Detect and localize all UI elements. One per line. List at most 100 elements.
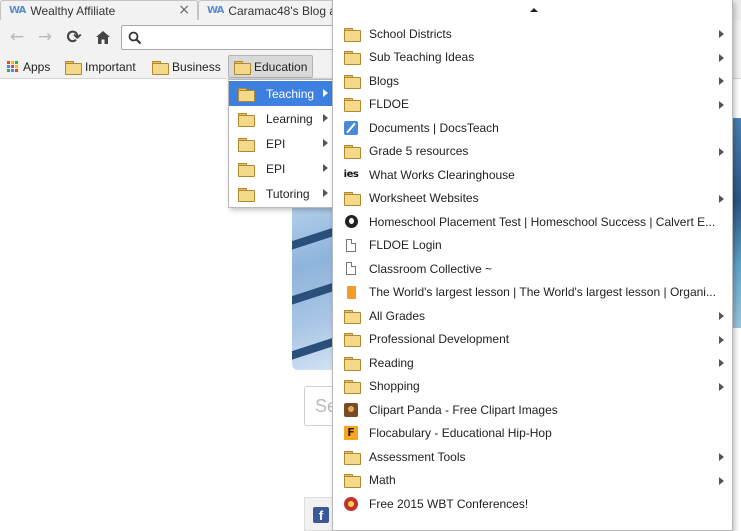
tab-title: Caramac48's Blog a: [228, 3, 337, 18]
menu-item-grade-5-resources[interactable]: Grade 5 resources: [333, 140, 732, 164]
tab-wealthy-affiliate[interactable]: WA Wealthy Affiliate ×: [0, 0, 198, 20]
menu-item-sub-teaching-ideas[interactable]: Sub Teaching Ideas: [333, 46, 732, 70]
folder-icon: [238, 112, 255, 127]
folder-icon: [238, 137, 255, 152]
submenu-arrow-icon: [719, 476, 724, 485]
submenu-arrow-icon: [719, 30, 724, 38]
shield-icon: [343, 215, 359, 229]
submenu-arrow-icon: [719, 359, 724, 367]
wealthy-affiliate-favicon-icon: WA: [9, 5, 26, 16]
menu-item-the-world-s-largest-lesson-the-world-s-l[interactable]: The World's largest lesson | The World's…: [333, 281, 732, 305]
menu-item-math[interactable]: Math: [333, 469, 732, 493]
folder-icon: [343, 74, 361, 89]
folder-icon: [343, 27, 361, 42]
bookmark-folder-education[interactable]: Education: [228, 55, 314, 78]
menu-item-worksheet-websites[interactable]: Worksheet Websites: [333, 187, 732, 211]
teaching-folder-menu: School Districts Sub Teaching Ideas Blogs F…: [332, 0, 733, 531]
menu-item-label: Teaching: [266, 86, 315, 101]
menu-item-teaching-0[interactable]: Teaching: [229, 81, 333, 106]
submenu-arrow-icon: [323, 114, 328, 122]
menu-item-shopping[interactable]: Shopping: [333, 375, 732, 399]
bookmark-folder-business[interactable]: Business: [147, 55, 226, 78]
teaching-menu-list: School Districts Sub Teaching Ideas Blogs F…: [333, 22, 732, 516]
menu-item-label: The World's largest lesson | The World's…: [369, 285, 716, 300]
menu-item-label: Worksheet Websites: [369, 191, 479, 206]
reload-button[interactable]: ⟳: [63, 26, 85, 48]
menu-item-documents-docsteach[interactable]: Documents | DocsTeach: [333, 116, 732, 140]
submenu-arrow-icon: [719, 382, 724, 391]
menu-item-epi-2[interactable]: EPI: [229, 131, 333, 156]
folder-icon: [152, 60, 169, 75]
bookmark-folder-important[interactable]: Important: [60, 55, 141, 78]
menu-item-tutoring-4[interactable]: Tutoring: [229, 181, 333, 206]
page-side-image: [733, 118, 741, 328]
folder-icon: [343, 379, 361, 395]
menu-item-reading[interactable]: Reading: [333, 351, 732, 375]
bookmark-label: Important: [85, 59, 136, 74]
menu-item-school-districts[interactable]: School Districts: [333, 22, 732, 46]
folder-icon: [238, 187, 255, 202]
menu-item-homeschool-placement-test-homeschool-suc[interactable]: Homeschool Placement Test | Homeschool S…: [333, 210, 732, 234]
facebook-icon: f: [313, 507, 329, 523]
arrow-right-icon: →: [37, 27, 53, 47]
menu-item-learning-1[interactable]: Learning: [229, 106, 333, 131]
menu-item-flocabulary-educational-hip-hop[interactable]: F Flocabulary - Educational Hip-Hop: [333, 422, 732, 446]
folder-icon: [343, 309, 361, 324]
folder-icon: [234, 60, 251, 75]
menu-item-label: Blogs: [369, 73, 400, 88]
submenu-arrow-icon: [719, 453, 724, 461]
menu-item-label: Homeschool Placement Test | Homeschool S…: [369, 214, 716, 229]
folder-icon: [65, 60, 82, 75]
menu-item-label: Reading: [369, 355, 414, 370]
home-button[interactable]: [92, 26, 114, 48]
folder-icon: [343, 97, 361, 113]
bookmark-apps[interactable]: Apps: [2, 55, 55, 78]
menu-item-free-2015-wbt-conferences[interactable]: Free 2015 WBT Conferences!: [333, 492, 732, 516]
folder-icon: [238, 162, 255, 177]
menu-scroll-up-button[interactable]: [333, 0, 732, 22]
submenu-arrow-icon: [719, 335, 724, 344]
menu-item-label: Grade 5 resources: [369, 144, 469, 159]
bookmark-label: Apps: [23, 59, 51, 74]
menu-item-what-works-clearinghouse[interactable]: ies What Works Clearinghouse: [333, 163, 732, 187]
menu-item-label: School Districts: [369, 26, 452, 41]
triangle-up-icon: [530, 8, 538, 12]
back-button[interactable]: ←: [6, 26, 28, 48]
menu-item-clipart-panda-free-clipart-images[interactable]: Clipart Panda - Free Clipart Images: [333, 398, 732, 422]
bookmark-label: Business: [172, 59, 221, 74]
flocabulary-icon: F: [343, 426, 359, 441]
menu-item-fldoe-login[interactable]: FLDOE Login: [333, 234, 732, 258]
menu-item-label: Learning: [266, 111, 313, 126]
folder-icon: [343, 473, 361, 489]
menu-item-label: FLDOE: [369, 97, 410, 112]
submenu-arrow-icon: [719, 312, 724, 320]
page-icon: [343, 238, 359, 252]
menu-item-all-grades[interactable]: All Grades: [333, 304, 732, 328]
wbt-icon: [343, 496, 359, 511]
menu-item-professional-development[interactable]: Professional Development: [333, 328, 732, 352]
menu-item-label: Professional Development: [369, 332, 510, 347]
page-icon: [343, 262, 359, 276]
menu-item-classroom-collective[interactable]: Classroom Collective ~: [333, 257, 732, 281]
education-folder-menu: Teaching Learning EPI EPI Tutoring: [228, 79, 334, 208]
folder-icon: [343, 356, 361, 371]
menu-item-assessment-tools[interactable]: Assessment Tools: [333, 445, 732, 469]
submenu-arrow-icon: [323, 89, 328, 97]
menu-item-fldoe[interactable]: FLDOE: [333, 93, 732, 117]
submenu-arrow-icon: [719, 147, 724, 156]
close-tab-icon[interactable]: ×: [178, 2, 190, 18]
address-bar[interactable]: [121, 25, 361, 50]
home-icon: [96, 30, 110, 44]
menu-item-label: Flocabulary - Educational Hip-Hop: [369, 426, 552, 441]
forward-button[interactable]: →: [34, 26, 56, 48]
menu-item-label: All Grades: [369, 308, 426, 323]
menu-item-blogs[interactable]: Blogs: [333, 69, 732, 93]
folder-icon: [343, 144, 361, 160]
folder-icon: [343, 50, 361, 66]
folder-icon: [343, 450, 361, 465]
menu-item-epi-3[interactable]: EPI: [229, 156, 333, 181]
arrow-left-icon: ←: [9, 27, 25, 47]
reload-icon: ⟳: [66, 26, 82, 48]
ies-icon: ies: [343, 169, 359, 181]
submenu-arrow-icon: [719, 77, 724, 85]
